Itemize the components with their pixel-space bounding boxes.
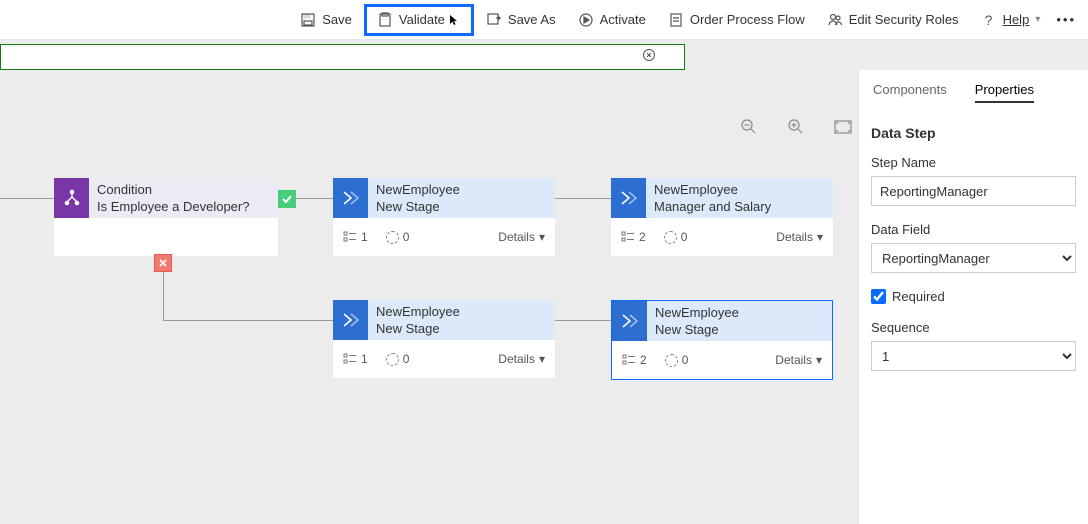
notification-bar	[0, 44, 685, 70]
save-as-label: Save As	[508, 12, 556, 27]
properties-panel: Components Properties Data Step Step Nam…	[858, 70, 1088, 524]
stage-icon	[611, 178, 646, 218]
validate-icon	[377, 12, 393, 28]
stage-icon	[333, 300, 368, 340]
order-icon	[668, 12, 684, 28]
chevron-down-icon: ▾	[1035, 14, 1040, 25]
activate-label: Activate	[600, 12, 646, 27]
validate-label: Validate	[399, 12, 445, 27]
required-checkbox-row[interactable]: Required	[871, 289, 1076, 304]
chevron-down-icon: ▾	[816, 353, 822, 367]
steps-count: 2	[621, 230, 646, 244]
chevron-down-icon: ▾	[539, 352, 545, 366]
zoom-in-icon[interactable]	[787, 118, 804, 140]
connector-line	[163, 320, 333, 321]
tab-components[interactable]: Components	[873, 82, 947, 103]
stage-entity: NewEmployee	[376, 304, 547, 321]
security-label: Edit Security Roles	[849, 12, 959, 27]
save-as-button[interactable]: Save As	[476, 6, 566, 34]
condition-block[interactable]: Condition Is Employee a Developer?	[54, 178, 278, 256]
canvas[interactable]: Condition Is Employee a Developer? NewEm…	[0, 70, 858, 524]
stage-card-selected[interactable]: NewEmployee New Stage 2 0 Details ▾	[611, 300, 833, 380]
security-icon	[827, 12, 843, 28]
details-button[interactable]: Details ▾	[498, 352, 545, 366]
more-button[interactable]: •••	[1052, 6, 1080, 33]
stage-icon	[612, 301, 647, 341]
condition-subtitle: Is Employee a Developer?	[97, 199, 270, 216]
stage-entity: NewEmployee	[655, 305, 824, 322]
pending-count: 0	[664, 230, 688, 244]
zoom-out-icon[interactable]	[740, 118, 757, 140]
condition-title: Condition	[97, 182, 270, 199]
chevron-down-icon: ▾	[817, 230, 823, 244]
step-name-input[interactable]	[871, 176, 1076, 206]
data-field-select[interactable]: ReportingManager	[871, 243, 1076, 273]
details-button[interactable]: Details ▾	[776, 230, 823, 244]
details-button[interactable]: Details ▾	[498, 230, 545, 244]
sequence-select[interactable]: 1	[871, 341, 1076, 371]
required-checkbox[interactable]	[871, 289, 886, 304]
stage-entity: NewEmployee	[654, 182, 825, 199]
step-name-label: Step Name	[871, 155, 1076, 170]
tab-properties[interactable]: Properties	[975, 82, 1034, 103]
connector-line	[0, 198, 54, 199]
stage-name: New Stage	[376, 199, 547, 216]
order-label: Order Process Flow	[690, 12, 805, 27]
stage-card[interactable]: NewEmployee New Stage 1 0 Details ▾	[333, 178, 555, 256]
pending-count: 0	[386, 230, 410, 244]
cursor-icon	[449, 14, 461, 26]
pending-count: 0	[386, 352, 410, 366]
pending-count: 0	[665, 353, 689, 367]
stage-card[interactable]: NewEmployee New Stage 1 0 Details ▾	[333, 300, 555, 378]
save-as-icon	[486, 12, 502, 28]
validate-button[interactable]: Validate	[364, 4, 474, 36]
sequence-label: Sequence	[871, 320, 1076, 335]
activate-button[interactable]: Activate	[568, 6, 656, 34]
stage-name: New Stage	[655, 322, 824, 339]
stage-entity: NewEmployee	[376, 182, 547, 199]
ellipsis-icon: •••	[1056, 12, 1076, 27]
data-field-label: Data Field	[871, 222, 1076, 237]
toolbar: Save Validate Save As Activate Order Pro…	[0, 0, 1088, 40]
condition-true-icon	[278, 190, 296, 208]
connector-line	[555, 320, 611, 321]
condition-header: Condition Is Employee a Developer?	[54, 178, 278, 218]
stage-name: Manager and Salary	[654, 199, 825, 216]
save-label: Save	[322, 12, 352, 27]
steps-count: 1	[343, 352, 368, 366]
panel-tabs: Components Properties	[871, 70, 1076, 111]
edit-security-roles-button[interactable]: Edit Security Roles	[817, 6, 969, 34]
connector-line	[555, 198, 611, 199]
help-icon: ?	[981, 12, 997, 28]
details-button[interactable]: Details ▾	[775, 353, 822, 367]
chevron-down-icon: ▾	[539, 230, 545, 244]
help-button[interactable]: ? Help ▾	[971, 6, 1051, 34]
fit-to-screen-icon[interactable]	[834, 120, 852, 139]
save-button[interactable]: Save	[290, 6, 362, 34]
order-process-flow-button[interactable]: Order Process Flow	[658, 6, 815, 34]
steps-count: 1	[343, 230, 368, 244]
stage-card[interactable]: NewEmployee Manager and Salary 2 0 Detai…	[611, 178, 833, 256]
stage-name: New Stage	[376, 321, 547, 338]
activate-icon	[578, 12, 594, 28]
canvas-toolbar	[740, 118, 852, 140]
stage-icon	[333, 178, 368, 218]
required-label: Required	[892, 289, 945, 304]
close-icon[interactable]	[642, 48, 656, 67]
condition-icon	[54, 178, 89, 218]
section-title: Data Step	[871, 125, 1076, 141]
condition-false-icon	[154, 254, 172, 272]
help-label: Help	[1003, 12, 1030, 27]
save-icon	[300, 12, 316, 28]
steps-count: 2	[622, 353, 647, 367]
